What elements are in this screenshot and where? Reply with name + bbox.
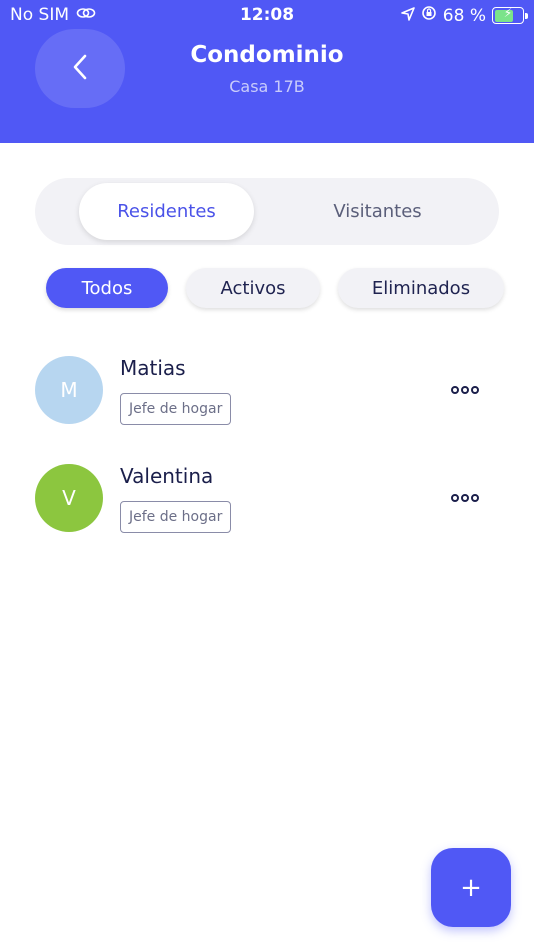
resident-name: Matias — [120, 356, 186, 380]
more-dots-icon — [451, 494, 459, 502]
filter-todos[interactable]: Todos — [46, 268, 168, 308]
page-title: Condominio — [190, 42, 344, 68]
filter-activos[interactable]: Activos — [186, 268, 320, 308]
plus-icon: + — [460, 872, 482, 903]
back-button[interactable] — [35, 29, 125, 108]
more-options-button[interactable] — [448, 378, 482, 402]
role-badge: Jefe de hogar — [120, 501, 232, 533]
charging-bolt-icon: ⚡ — [503, 6, 513, 20]
avatar: M — [35, 356, 103, 424]
location-arrow-icon — [400, 6, 415, 26]
status-bar: No SIM 12:08 68 % ⚡ — [0, 0, 534, 30]
page-subtitle: Casa 17B — [229, 77, 305, 96]
battery-icon: ⚡ — [492, 6, 528, 24]
role-badge: Jefe de hogar — [120, 393, 232, 425]
more-options-button[interactable] — [448, 486, 482, 510]
list-item[interactable]: V Valentina Jefe de hogar — [0, 464, 534, 554]
header-bar: No SIM 12:08 68 % ⚡ Condominio Casa 17B — [0, 0, 534, 143]
more-dots-icon — [451, 386, 459, 394]
filter-eliminados[interactable]: Eliminados — [338, 268, 504, 308]
segmented-control: Residentes Visitantes — [35, 178, 499, 245]
list-item[interactable]: M Matias Jefe de hogar — [0, 356, 534, 446]
resident-name: Valentina — [120, 464, 214, 488]
avatar: V — [35, 464, 103, 532]
rotation-lock-icon — [421, 5, 437, 26]
add-resident-button[interactable]: + — [431, 848, 511, 927]
tab-visitantes[interactable]: Visitantes — [280, 183, 475, 240]
battery-percent: 68 % — [442, 5, 486, 26]
tab-residentes[interactable]: Residentes — [79, 183, 254, 240]
